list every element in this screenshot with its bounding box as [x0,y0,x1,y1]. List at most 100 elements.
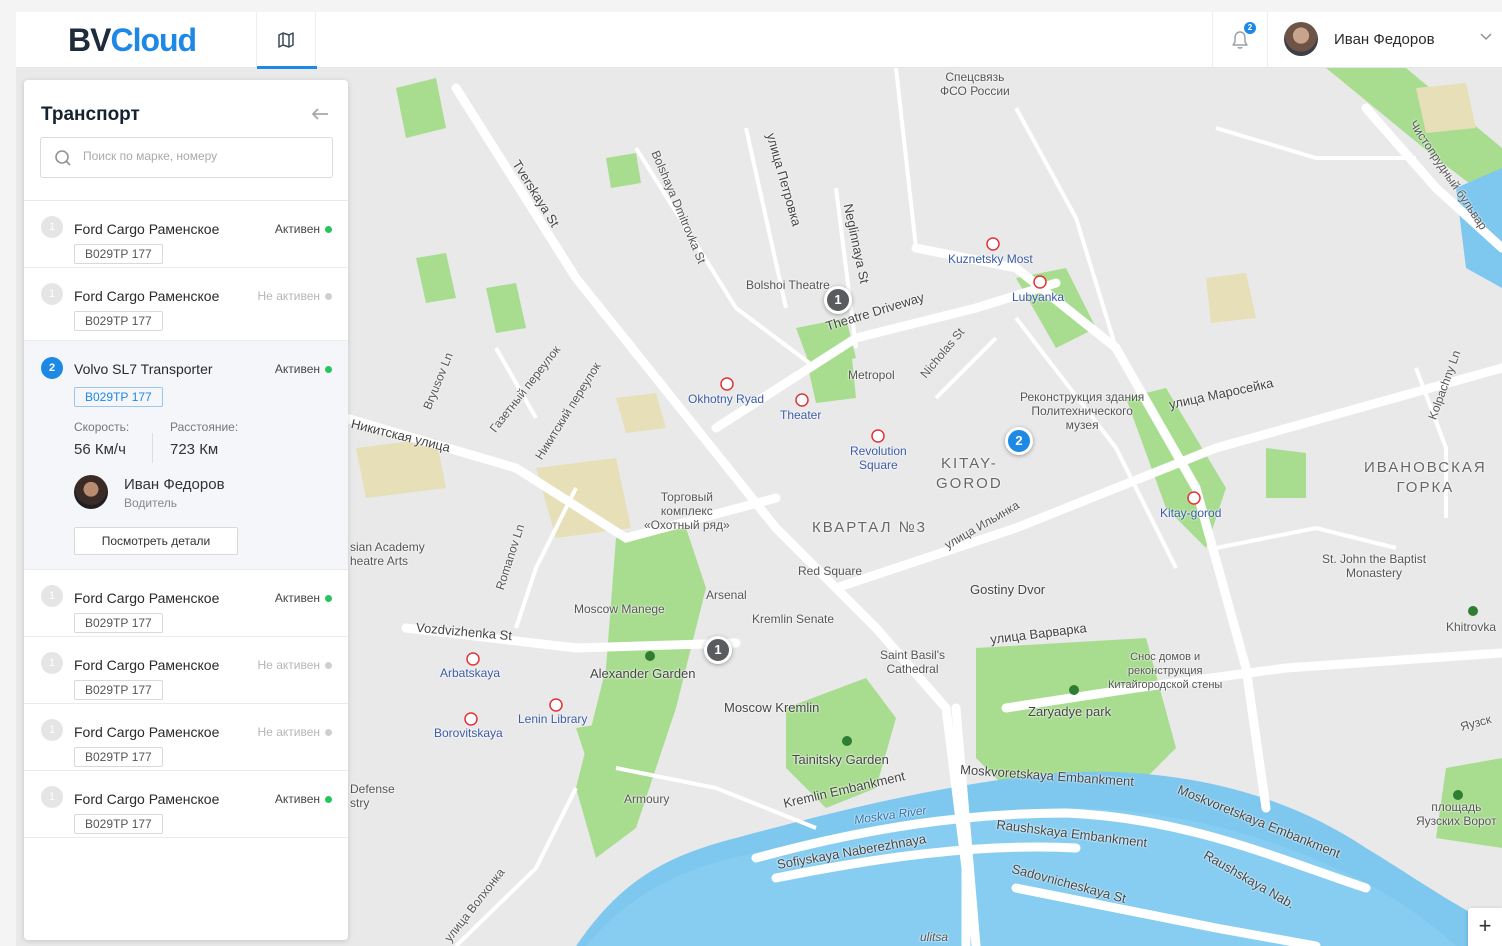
driver-role: Водитель [124,496,178,510]
license-plate: В029ТР 177 [74,613,163,633]
search-box [40,137,333,178]
map-label: Спецсвязь ФСО России [940,70,1010,98]
map-label: KITAY- GOROD [936,455,1003,492]
vehicle-cluster-number: 1 [41,786,63,808]
vehicle-cluster-number: 1 [41,652,63,674]
distance-value: 723 Км [170,441,219,458]
status-dot-inactive [325,729,332,736]
zoom-in-button[interactable]: + [1468,908,1502,946]
license-plate: В029ТР 177 [74,814,163,834]
map-cluster-marker-selected[interactable]: 2 [1005,427,1033,455]
map-icon [278,32,294,48]
map-label: Theater [780,408,822,422]
status-dot-active [325,595,332,602]
status-dot-active [325,796,332,803]
map-label: Реконструкция здания Политехнического му… [1020,390,1145,432]
vehicle-name: Ford Cargo Раменское [74,288,220,304]
map-cluster-marker[interactable]: 1 [704,636,732,664]
chevron-down-icon[interactable] [1478,28,1494,44]
map-label: Lenin Library [518,712,588,726]
map-label: Borovitskaya [434,726,503,740]
license-plate: В029ТР 177 [74,311,163,331]
map-label: Торговый комплекс «Охотный ряд» [644,490,730,532]
speed-value: 56 Км/ч [74,441,126,458]
driver-name: Иван Федоров [124,476,225,493]
vehicle-status: Не активен [257,725,320,739]
map-label: Metropol [848,368,895,382]
vehicle-list-item[interactable]: 1 Ford Cargo Раменское Не активен В029ТР… [24,704,348,771]
map-label: Снос домов и реконструкция Китайгородско… [1108,651,1223,691]
transport-sidebar: Транспорт 1 Ford Cargo Раменское Активен… [24,80,348,940]
vehicle-name: Ford Cargo Раменское [74,724,220,740]
vehicle-list-item[interactable]: 1 Ford Cargo Раменское Не активен В029ТР… [24,637,348,704]
view-details-button[interactable]: Посмотреть детали [74,527,238,555]
vehicle-cluster-number: 1 [41,283,63,305]
vehicle-cluster-number: 1 [41,719,63,741]
vehicle-status: Не активен [257,289,320,303]
vehicle-cluster-number: 2 [41,357,63,379]
status-dot-inactive [325,293,332,300]
map-label: площадь Яузских Ворот [1416,800,1497,828]
map-label: КВАРТАЛ №3 [812,519,928,536]
map-label: Kitay-gorod [1160,506,1222,520]
map-label: Moscow Kremlin [724,700,820,715]
vehicle-list-item[interactable]: 1 Ford Cargo Раменское Активен В029ТР 17… [24,201,348,268]
vehicle-list-item[interactable]: 1 Ford Cargo Раменское Активен В029ТР 17… [24,771,348,838]
status-dot-active [325,226,332,233]
map-label: Alexander Garden [590,666,696,681]
app-window: Спецсвязь ФСО России Tverskaya St Bolsha… [16,12,1502,946]
map-label: Red Square [798,564,863,578]
status-dot-inactive [325,662,332,669]
notification-badge: 2 [1244,22,1256,34]
map-label: Khitrovka [1446,620,1497,634]
license-plate: В029ТР 177 [74,747,163,767]
license-plate: В029ТР 177 [74,244,163,264]
notifications-button[interactable]: 2 [1212,12,1268,68]
vehicle-name: Volvo SL7 Transporter [74,361,213,377]
map-label: Okhotny Ryad [688,392,765,406]
distance-label: Расстояние: [170,420,239,434]
vehicle-status: Активен [274,792,320,806]
logo-text-a: BV [68,22,111,58]
map-label: sian Academy heatre Arts [350,540,425,568]
vehicle-status: Активен [274,362,320,376]
search-input[interactable] [83,149,323,163]
map-cluster-marker[interactable]: 1 [824,286,852,314]
vehicle-cluster-number: 1 [41,216,63,238]
status-dot-active [325,366,332,373]
vehicle-name: Ford Cargo Раменское [74,221,220,237]
map-label: Defense stry [350,782,395,810]
vehicle-name: Ford Cargo Раменское [74,657,220,673]
search-icon [55,150,71,166]
vehicle-cluster-number: 1 [41,585,63,607]
map-label: ИВАНОВСКАЯ ГОРКА [1364,459,1487,496]
license-plate: В029ТР 177 [74,387,163,407]
vehicle-status: Не активен [257,658,320,672]
divider [152,433,153,463]
vehicle-list-item-selected[interactable]: 2 Volvo SL7 Transporter Активен В029ТР 1… [24,341,348,570]
logo-text-b: Cloud [110,22,197,58]
arrow-left-icon[interactable] [310,106,330,122]
zoom-control: + − [1468,908,1502,946]
app-logo[interactable]: BVCloud [68,22,197,59]
map-label: Kremlin Senate [752,612,835,626]
vehicle-list-item[interactable]: 1 Ford Cargo Раменское Не активен В029ТР… [24,268,348,341]
vehicle-name: Ford Cargo Раменское [74,791,220,807]
user-name[interactable]: Иван Федоров [1334,31,1435,48]
map-label: Gostiny Dvor [970,582,1046,597]
license-plate: В029ТР 177 [74,680,163,700]
driver-avatar [74,475,108,509]
map-label: Zaryadye park [1028,704,1112,719]
user-avatar[interactable] [1284,22,1318,56]
nav-map-tab[interactable] [256,12,317,69]
map-label: St. John the Baptist Monastery [1322,552,1427,580]
map-label: Bolshoi Theatre [746,278,830,292]
map-label: Arbatskaya [440,666,501,680]
speed-label: Скорость: [74,420,130,434]
vehicle-status: Активен [274,591,320,605]
vehicle-status: Активен [274,222,320,236]
vehicle-list-item[interactable]: 1 Ford Cargo Раменское Активен В029ТР 17… [24,570,348,637]
map-label: Moscow Manege [574,602,665,616]
map-label: Kuznetsky Most [948,252,1033,266]
map-label: Revolution Square [850,444,907,472]
